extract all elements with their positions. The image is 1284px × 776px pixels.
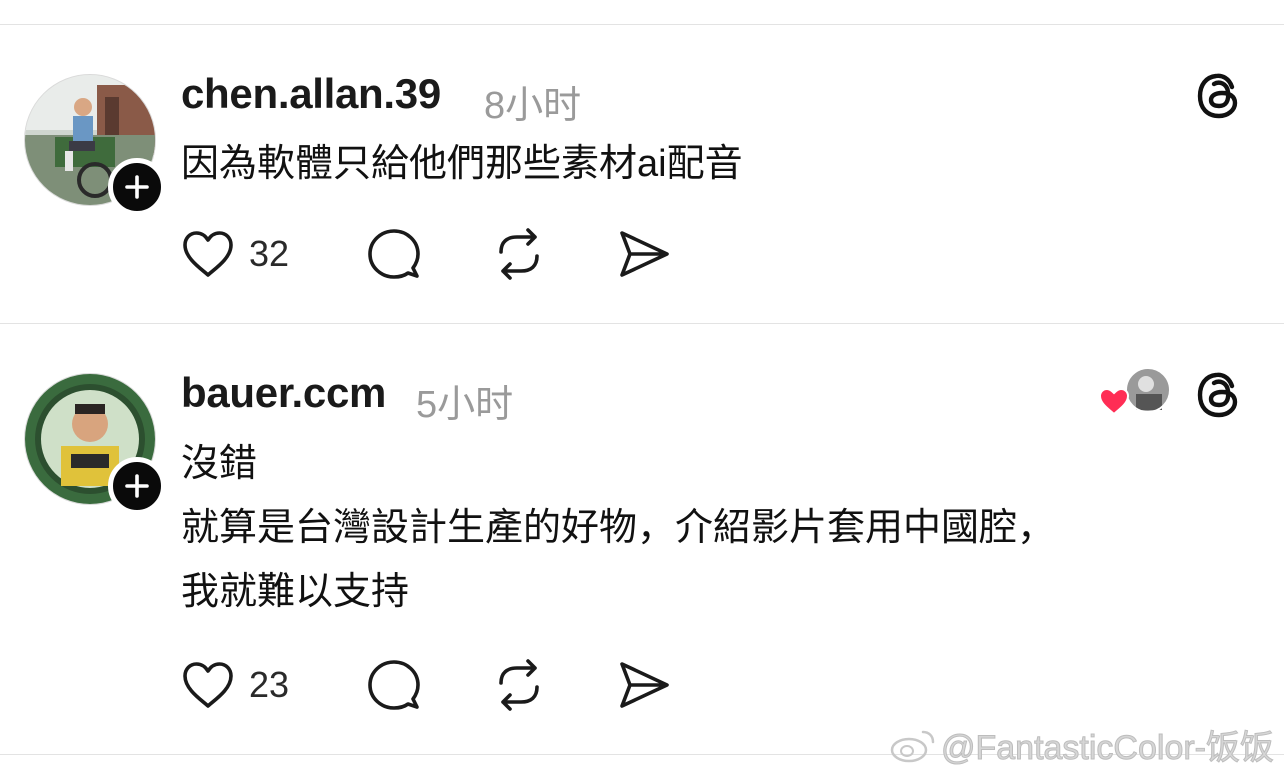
reply-button[interactable]	[367, 226, 421, 282]
post-divider	[0, 323, 1284, 324]
send-icon	[620, 662, 669, 708]
reply-button[interactable]	[367, 657, 421, 713]
liked-by-author-indicator[interactable]	[1098, 367, 1174, 418]
watermark: @FantasticColor-饭饭	[889, 720, 1275, 769]
repost-button[interactable]	[491, 657, 547, 713]
username[interactable]: chen.allan.39	[181, 70, 441, 118]
post-line: 因為軟體只給他們那些素材ai配音	[181, 143, 743, 185]
timestamp: 8小时	[484, 85, 582, 127]
comment-bubble-icon	[368, 229, 420, 279]
comment-bubble-icon	[368, 660, 420, 710]
like-button[interactable]: 32	[181, 226, 289, 282]
threads-logo-icon[interactable]	[1194, 70, 1246, 122]
follow-button[interactable]	[108, 158, 166, 216]
share-button[interactable]	[617, 657, 671, 713]
like-button[interactable]: 23	[181, 657, 289, 713]
plus-icon	[125, 175, 149, 199]
watermark-text: @FantasticColor-饭饭	[940, 729, 1274, 768]
action-bar: 32	[181, 226, 701, 282]
liked-heart-icon	[1098, 387, 1130, 416]
post-body: 因為軟體只給他們那些素材ai配音	[181, 132, 743, 196]
post-line: 就算是台灣設計生產的好物，介紹影片套用中國腔，	[181, 507, 1056, 549]
plus-icon	[125, 474, 149, 498]
post-body: 沒錯 就算是台灣設計生產的好物，介紹影片套用中國腔， 我就難以支持	[181, 432, 1055, 624]
share-button[interactable]	[617, 226, 671, 282]
timestamp: 5小时	[416, 384, 514, 426]
action-bar: 23	[181, 657, 701, 713]
repost-icon	[499, 659, 539, 711]
top-divider	[0, 24, 1284, 25]
avatar-container[interactable]	[24, 74, 166, 216]
like-count: 32	[249, 233, 290, 274]
username[interactable]: bauer.ccm	[181, 369, 386, 417]
post-line: 我就難以支持	[181, 571, 410, 613]
follow-button[interactable]	[108, 457, 166, 515]
post-line: 沒錯	[181, 443, 258, 485]
weibo-logo-icon	[890, 730, 935, 762]
heart-icon	[183, 662, 233, 708]
like-count: 23	[249, 664, 290, 705]
avatar-container[interactable]	[24, 373, 166, 515]
threads-logo-icon[interactable]	[1194, 369, 1246, 421]
send-icon	[620, 231, 669, 277]
repost-button[interactable]	[491, 226, 547, 282]
heart-icon	[183, 231, 233, 277]
repost-icon	[499, 228, 539, 280]
